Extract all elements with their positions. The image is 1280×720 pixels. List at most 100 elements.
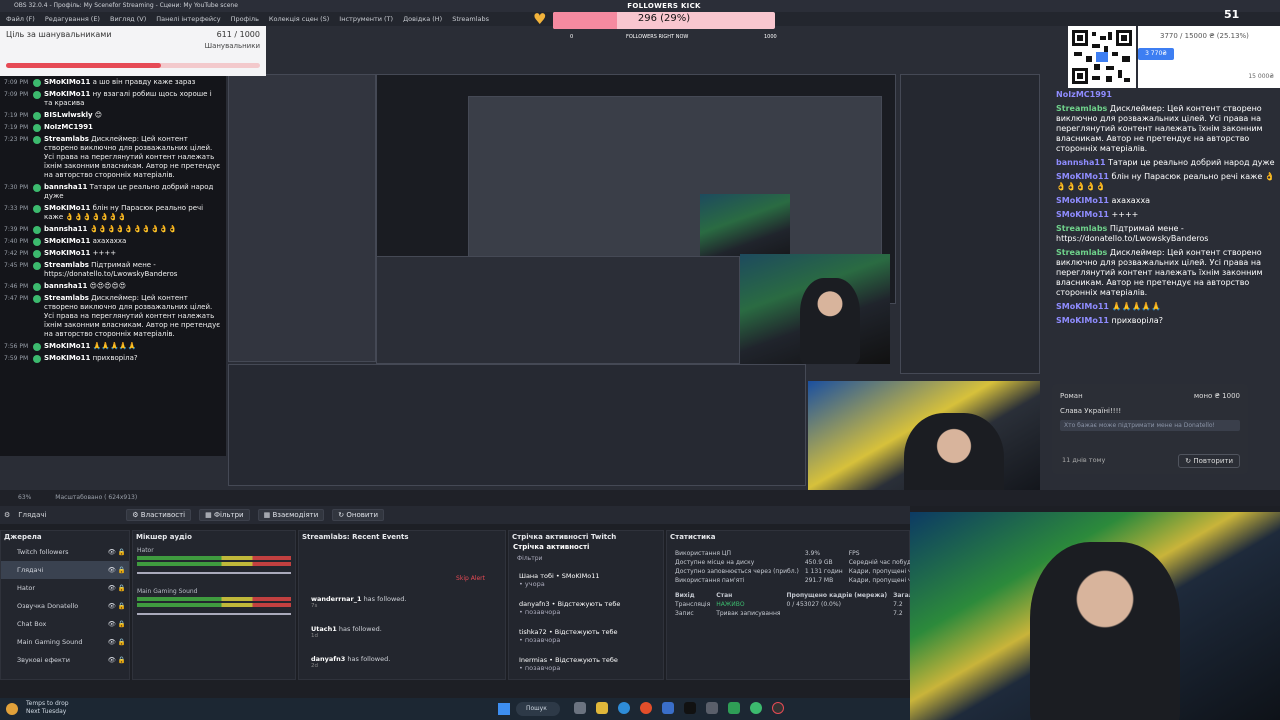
- firefox-icon[interactable]: [640, 702, 652, 714]
- message-body: bannsha11 😍😍😍😍😍: [44, 282, 126, 291]
- message-text: прихворіла?: [92, 354, 138, 362]
- message-time: 7:56 PM: [4, 343, 29, 350]
- windows-start-icon[interactable]: [498, 703, 510, 715]
- edge-icon[interactable]: [618, 702, 630, 714]
- obs-icon[interactable]: [772, 702, 784, 714]
- source-label: Глядачі: [17, 566, 44, 574]
- source-item[interactable]: Озвучка Donatello 👁 🔒: [1, 597, 129, 615]
- chat-message: 7:19 PM BISLwlwskly 😊: [4, 111, 222, 120]
- kick-title: FOLLOWERS KICK: [627, 2, 701, 10]
- nested-webcam-large: [808, 381, 1040, 490]
- message-username: BISLwlwskly: [44, 111, 93, 119]
- app-icon[interactable]: [728, 702, 740, 714]
- message-body: Streamlabs Підтримай мене - https://dona…: [44, 261, 222, 279]
- menu-scene-collection[interactable]: Колекція сцен (S): [269, 12, 329, 26]
- visibility-icon[interactable]: 👁 🔒: [108, 651, 126, 669]
- volume-meter: [137, 603, 291, 607]
- message-text: ++++: [92, 249, 117, 257]
- message-body: BISLwlwskly 😊: [44, 111, 102, 120]
- activity-list: Шана тобі • SMoKIMo11 • учора danyafn3 • В…: [509, 566, 663, 678]
- app-icon[interactable]: [662, 702, 674, 714]
- properties-button[interactable]: ⚙ Властивості: [126, 509, 192, 521]
- nested-obs-bottom: [228, 364, 806, 486]
- kick-progress-bar: 296 (29%): [553, 12, 775, 29]
- event-item: Utach1 has followed. 1d: [299, 617, 505, 647]
- menu-docks[interactable]: Панелі інтерфейсу: [156, 12, 220, 26]
- message-username: SMoKIMo11: [44, 78, 91, 86]
- stats-dock: Статистика Використання ЦП 3.9% FPS Доступн…: [666, 530, 943, 680]
- source-item[interactable]: Chat Box 👁 🔒: [1, 615, 129, 633]
- source-item[interactable]: Звукові ефекти 👁 🔒: [1, 651, 129, 669]
- source-item[interactable]: Twitch followers 👁 🔒: [1, 543, 129, 561]
- message-time: 7:09 PM: [4, 91, 29, 98]
- message-username: NoIzMC1991: [1056, 90, 1112, 99]
- menu-help[interactable]: Довідка (H): [403, 12, 442, 26]
- kick-max: 1000: [764, 34, 777, 40]
- message-text: ахахахха: [1111, 196, 1151, 205]
- event-time: 1d: [311, 633, 318, 639]
- donation-prompt: Хто бажає може підтримати мене на Donate…: [1060, 420, 1240, 431]
- message-username: SMoKIMo11: [1056, 316, 1109, 325]
- chat-overlay-right: NoIzMC1991 Streamlabs Дисклеймер: Цей ко…: [1052, 88, 1280, 373]
- repeat-button[interactable]: ↻ Повторити: [1178, 454, 1240, 468]
- message-username: bannsha11: [44, 225, 88, 233]
- refresh-button[interactable]: ↻ Оновити: [332, 509, 385, 521]
- chat-message: Streamlabs Дисклеймер: Цей контент створ…: [1056, 104, 1276, 154]
- weather-icon[interactable]: [6, 703, 18, 715]
- donation-card: Роман моно ₴ 1000 Слава Україні!!!! Хто …: [1052, 384, 1248, 474]
- message-body: bannsha11 👌👌👌👌👌👌👌👌👌👌: [44, 225, 177, 234]
- task-view-icon[interactable]: [574, 702, 586, 714]
- chat-message: SMoKIMo11 блін ну Парасюк реально речі к…: [1056, 172, 1276, 192]
- taskbar-search[interactable]: Пошук: [516, 702, 560, 716]
- menu-profile[interactable]: Профіль: [231, 12, 259, 26]
- gear-icon[interactable]: ⚙: [4, 511, 10, 519]
- menu-streamlabs[interactable]: Streamlabs: [452, 12, 489, 26]
- file-explorer-icon[interactable]: [596, 702, 608, 714]
- message-time: 7:09 PM: [4, 79, 29, 86]
- volume-slider[interactable]: [137, 572, 291, 574]
- visibility-icon[interactable]: 👁 🔒: [108, 561, 126, 579]
- activity-time: • позавчора: [519, 636, 561, 644]
- output-cell: Трансляція: [675, 601, 711, 608]
- activity-time: • позавчора: [519, 664, 561, 672]
- source-item[interactable]: Hator 👁 🔒: [1, 579, 129, 597]
- visibility-icon[interactable]: 👁 🔒: [108, 543, 126, 561]
- app-icon[interactable]: [684, 702, 696, 714]
- message-username: Streamlabs: [1056, 248, 1108, 257]
- app-icon[interactable]: [706, 702, 718, 714]
- chat-overlay-left: 7:09 PM SMoKIMo11 а шо він правду каже за…: [0, 76, 226, 456]
- source-label: Hator: [17, 584, 36, 592]
- menu-file[interactable]: Файл (F): [6, 12, 35, 26]
- donation-goal-badge: 3 770₴: [1138, 48, 1174, 60]
- message-text: 😍😍😍😍😍: [89, 282, 127, 290]
- menu-view[interactable]: Вигляд (V): [110, 12, 146, 26]
- menu-edit[interactable]: Редагування (Е): [45, 12, 100, 26]
- activity-feed-dock: Стрічка активності Twitch Стрічка активн…: [508, 530, 664, 680]
- message-time: 7:33 PM: [4, 205, 29, 212]
- recent-events-title: Streamlabs: Recent Events: [302, 533, 409, 541]
- filters-button[interactable]: ▦ Фільтри: [199, 509, 250, 521]
- menu-tools[interactable]: Інструменти (T): [339, 12, 393, 26]
- zoom-level[interactable]: 63%: [18, 494, 31, 501]
- source-item[interactable]: Глядачі 👁 🔒: [1, 561, 129, 579]
- visibility-icon[interactable]: 👁 🔒: [108, 597, 126, 615]
- message-body: SMoKIMo11 ну взагалі робиш щось хороше і…: [44, 90, 222, 108]
- visibility-icon[interactable]: 👁 🔒: [108, 615, 126, 633]
- chat-message: 7:42 PM SMoKIMo11 ++++: [4, 249, 222, 258]
- sources-list: Twitch followers 👁 🔒 Глядачі 👁 🔒 Hator 👁 🔒 Озв…: [1, 543, 129, 669]
- skip-alert-button[interactable]: Skip Alert: [456, 575, 485, 582]
- weather-widget[interactable]: Temps to drop Next Tuesday: [26, 700, 69, 716]
- qr-code: [1068, 26, 1136, 88]
- volume-slider[interactable]: [137, 613, 291, 615]
- chrome-icon[interactable]: [750, 702, 762, 714]
- interact-button[interactable]: ▦ Взаємодіяти: [257, 509, 325, 521]
- webcam-feed: [910, 512, 1280, 720]
- event-text: has followed.: [338, 625, 382, 633]
- activity-filter[interactable]: Фільтри: [509, 551, 663, 566]
- source-item[interactable]: Main Gaming Sound 👁 🔒: [1, 633, 129, 651]
- visibility-icon[interactable]: 👁 🔒: [108, 579, 126, 597]
- message-text: прихворіла?: [1111, 316, 1163, 325]
- user-badge-icon: [33, 91, 41, 99]
- message-username: Streamlabs: [44, 261, 89, 269]
- visibility-icon[interactable]: 👁 🔒: [108, 633, 126, 651]
